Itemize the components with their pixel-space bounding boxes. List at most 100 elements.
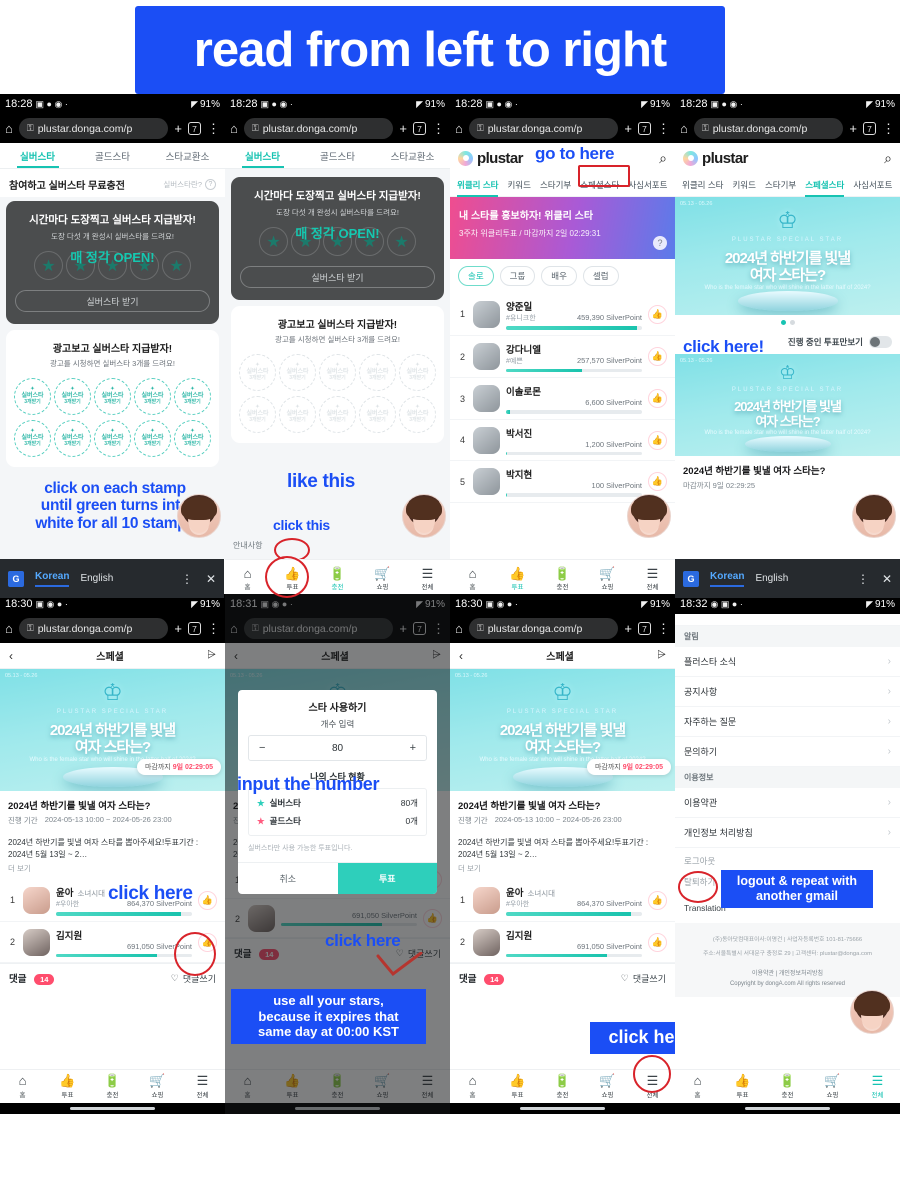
ad-stamp[interactable]: ✦ 실버스타 3개받기	[174, 420, 211, 457]
browser-menu-button[interactable]: ⋮	[207, 621, 220, 637]
ad-stamp[interactable]: ✦ 실버스타 3개받기	[54, 420, 91, 457]
settings-item-faq[interactable]: 자주하는 질문 ›	[675, 707, 900, 737]
tab-exchange[interactable]: 스타교환소	[150, 149, 225, 163]
settings-item-privacy[interactable]: 개인정보 처리방침 ›	[675, 818, 900, 848]
thumbs-up-icon[interactable]: 👍	[648, 389, 667, 409]
tab-exchange[interactable]: 스타교환소	[375, 149, 450, 163]
nav-star-donation[interactable]: 스타기부	[540, 179, 571, 191]
tab-goldstar[interactable]: 골드스타	[300, 149, 375, 163]
ad-stamp-used[interactable]: ✦ 실버스타 3개받기	[359, 354, 396, 391]
ad-stamp-used[interactable]: ✦ 실버스타 3개받기	[399, 354, 436, 391]
ad-stamp-used[interactable]: ✦ 실버스타 3개받기	[239, 354, 276, 391]
tab-count-button[interactable]: 7	[638, 122, 651, 135]
thumbs-up-icon[interactable]: 👍	[198, 890, 217, 910]
bottom-nav[interactable]: ⌂홈 👍투표 🔋충전 🛒쇼핑 ☰전체	[675, 1069, 900, 1103]
nav-all[interactable]: ☰전체	[855, 1074, 900, 1099]
browser-menu-button[interactable]: ⋮	[432, 121, 445, 137]
nav-all[interactable]: ☰전체	[180, 1074, 225, 1099]
browser-menu-button[interactable]: ⋮	[657, 121, 670, 137]
settings-item-notice[interactable]: 공지사항 ›	[675, 677, 900, 707]
table-row[interactable]: 1 양준일 #유니크한 459,390 SilverPoint 👍	[450, 293, 675, 336]
tab-goldstar[interactable]: 골드스타	[75, 149, 150, 163]
tab-silverstar[interactable]: 실버스타	[225, 149, 300, 168]
stepper-minus-button[interactable]: −	[259, 742, 265, 754]
search-icon[interactable]: ⌕	[659, 150, 667, 167]
charge-tabs[interactable]: 실버스타 골드스타 스타교환소	[225, 143, 450, 169]
tab-count-button[interactable]: 7	[863, 122, 876, 135]
nav-vote[interactable]: 👍투표	[45, 1074, 90, 1099]
question-icon[interactable]: ?	[653, 236, 667, 250]
carousel-dots[interactable]	[675, 315, 900, 330]
new-tab-button[interactable]: +	[849, 121, 857, 136]
bottom-nav[interactable]: ⌂홈 👍투표 🔋충전 🛒쇼핑 ☰전체	[0, 1069, 225, 1103]
nav-charge[interactable]: 🔋충전	[540, 566, 585, 591]
url-bar[interactable]: ⚿ plustar.donga.com/p	[468, 118, 619, 139]
home-icon[interactable]: ⌂	[455, 621, 463, 636]
quantity-stepper[interactable]: − 80 +	[248, 735, 427, 761]
cancel-button[interactable]: 취소	[238, 863, 338, 894]
browser-menu-button[interactable]: ⋮	[882, 121, 895, 137]
nav-home[interactable]: ⌂홈	[450, 566, 495, 591]
app-nav[interactable]: 위클리 스타 키워드 스타기부 스페셜스타 사심서포트	[675, 173, 900, 197]
carousel-dot-active[interactable]	[780, 320, 786, 325]
nav-vote[interactable]: 👍투표	[495, 1074, 540, 1099]
nav-charge[interactable]: 🔋충전	[540, 1074, 585, 1099]
thumbs-up-icon[interactable]: 👍	[648, 430, 667, 450]
new-tab-button[interactable]: +	[174, 121, 182, 136]
table-row[interactable]: 3 이솔로몬 6,600 SilverPoint 👍	[450, 378, 675, 420]
table-row[interactable]: 2 강다니엘 #예쁜 257,570 SilverPoint 👍	[450, 336, 675, 378]
nav-weekly-star[interactable]: 위클리 스타	[457, 179, 499, 197]
home-icon[interactable]: ⌂	[680, 121, 688, 136]
new-tab-button[interactable]: +	[399, 121, 407, 136]
url-bar[interactable]: ⚿ plustar.donga.com/p	[693, 118, 844, 139]
nav-keyword[interactable]: 키워드	[732, 179, 755, 191]
thumbs-up-icon[interactable]: 👍	[648, 304, 667, 324]
thumbs-up-icon[interactable]: 👍	[648, 890, 667, 910]
home-icon[interactable]: ⌂	[5, 621, 13, 636]
nav-shopping[interactable]: 🛒쇼핑	[810, 1074, 855, 1099]
ongoing-vote-toggle[interactable]	[869, 336, 892, 348]
nav-home[interactable]: ⌂홈	[225, 566, 270, 591]
nav-special-star[interactable]: 스페셜스타	[805, 179, 845, 197]
browser-toolbar[interactable]: ⌂ ⚿ plustar.donga.com/p + 7 ⋮	[0, 614, 225, 643]
ad-stamp-used[interactable]: ✦ 실버스타 3개받기	[279, 354, 316, 391]
special-star-banner[interactable]: 05.13 - 05.26 ♔ PLUSTAR SPECIAL STAR 202…	[675, 197, 900, 315]
chip-solo[interactable]: 솔로	[458, 266, 494, 286]
thumbs-up-icon[interactable]: 👍	[648, 347, 667, 367]
category-chips[interactable]: 솔로 그룹 배우 셀럽	[450, 259, 675, 293]
settings-item-inquiry[interactable]: 문의하기 ›	[675, 737, 900, 767]
browser-toolbar[interactable]: ⌂ ⚿ plustar.donga.com/p + 7 ⋮	[450, 614, 675, 643]
table-row[interactable]: 1 윤아 소녀시대 #우아한 864,370 SilverPoint �	[450, 879, 675, 922]
nav-home[interactable]: ⌂홈	[0, 1074, 45, 1099]
nav-support[interactable]: 사심서포트	[853, 179, 892, 191]
tab-count-button[interactable]: 7	[413, 122, 426, 135]
browser-toolbar[interactable]: ⌂ ⚿ plustar.donga.com/p + 7 ⋮	[675, 114, 900, 143]
ad-stamp[interactable]: ✦ 실버스타 3개받기	[14, 378, 51, 415]
ad-stamp-used[interactable]: ✦ 실버스타 3개받기	[319, 354, 356, 391]
home-icon[interactable]: ⌂	[230, 121, 238, 136]
ad-stamp[interactable]: ✦ 실버스타 3개받기	[134, 420, 171, 457]
new-tab-button[interactable]: +	[174, 621, 182, 636]
tab-count-button[interactable]: 7	[638, 622, 651, 635]
translate-lang-korean[interactable]: Korean	[35, 571, 70, 587]
bottom-nav-panel3[interactable]: ⌂ 홈 👍 투표 🔋 충전 🛒 쇼핑 ☰ 전체	[450, 559, 675, 598]
chip-group[interactable]: 그룹	[499, 266, 536, 286]
nav-home[interactable]: ⌂홈	[450, 1074, 495, 1099]
footer-links[interactable]: 이용약관 | 개인정보처리방침	[675, 964, 900, 977]
more-button[interactable]: 더 보기	[0, 860, 225, 879]
url-bar[interactable]: ⚿ plustar.donga.com/p	[18, 618, 169, 639]
nav-vote[interactable]: 👍투표	[495, 566, 540, 591]
nav-shopping[interactable]: 🛒쇼핑	[585, 1074, 630, 1099]
nav-charge[interactable]: 🔋충전	[315, 566, 360, 591]
close-icon[interactable]: ✕	[882, 572, 892, 586]
nav-keyword[interactable]: 키워드	[507, 179, 530, 191]
app-nav[interactable]: 위클리 스타 키워드 스타기부 스페셜스타 사심서포트	[450, 173, 675, 197]
more-button[interactable]: 더 보기	[450, 860, 675, 879]
ad-stamp[interactable]: ✦ 실버스타 3개받기	[54, 378, 91, 415]
url-bar[interactable]: ⚿ plustar.donga.com/p	[468, 618, 619, 639]
search-icon[interactable]: ⌕	[884, 150, 892, 167]
thumbs-up-icon[interactable]: 👍	[648, 472, 667, 492]
stepper-plus-button[interactable]: +	[410, 742, 416, 754]
nav-charge[interactable]: 🔋충전	[90, 1074, 135, 1099]
share-icon[interactable]: ⩥	[657, 649, 666, 662]
